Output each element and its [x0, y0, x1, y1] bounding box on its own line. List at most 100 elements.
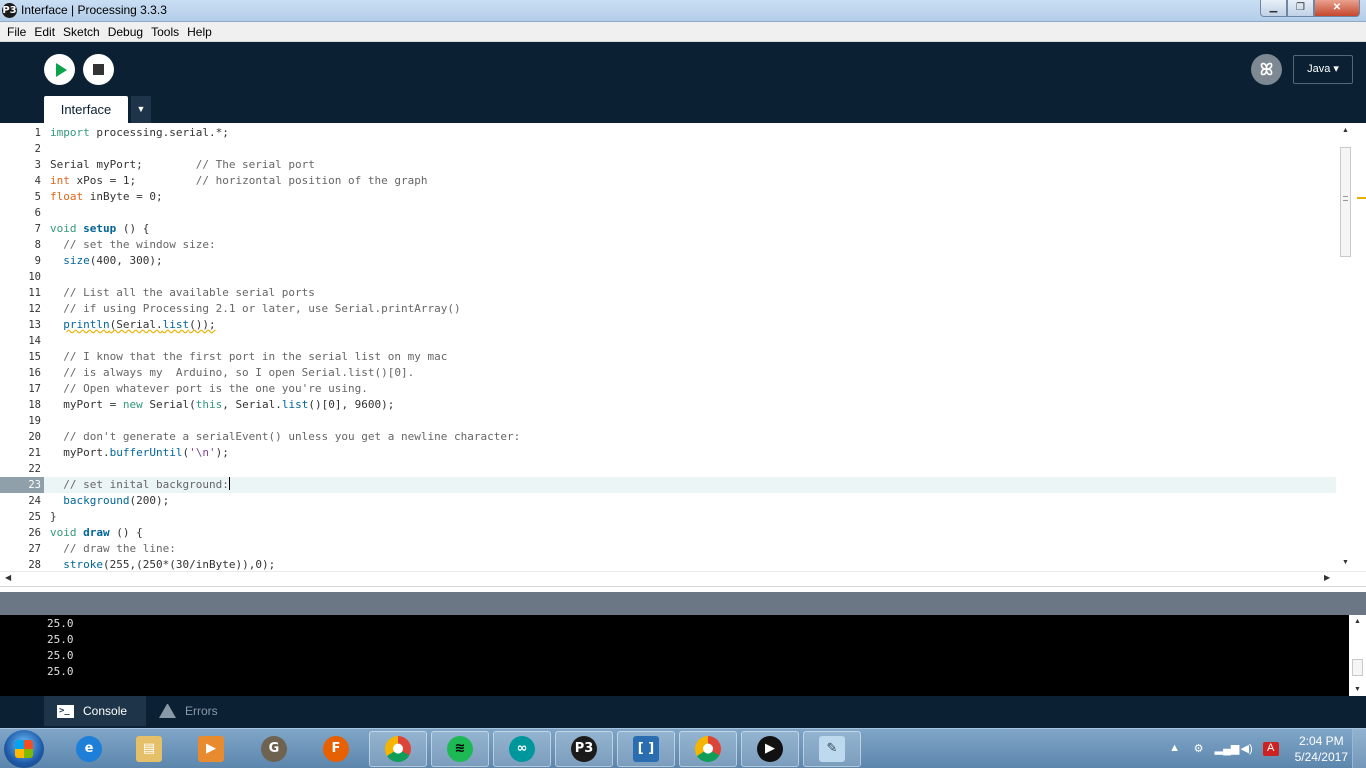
code-line[interactable]: 19 — [0, 413, 1336, 429]
scroll-up-icon[interactable]: ▲ — [1349, 618, 1366, 625]
scroll-left-icon[interactable]: ◀ — [5, 573, 11, 582]
taskbar-gimp[interactable]: G — [245, 731, 303, 767]
code-line[interactable]: 22 — [0, 461, 1336, 477]
scroll-thumb[interactable] — [1352, 659, 1363, 676]
volume-icon[interactable]: ◀) — [1239, 742, 1255, 756]
run-button[interactable] — [44, 54, 75, 85]
code-line[interactable]: 12 // if using Processing 2.1 or later, … — [0, 301, 1336, 317]
taskbar-explorer[interactable]: ▤ — [120, 731, 178, 767]
taskbar-chrome-2[interactable]: ● — [679, 731, 737, 767]
network-signal-icon[interactable]: ▂▄▆ — [1215, 742, 1240, 756]
scroll-thumb[interactable] — [1340, 147, 1351, 257]
taskbar-media-player[interactable]: ▶ — [182, 731, 240, 767]
show-hidden-icons-icon[interactable]: ▲ — [1167, 742, 1183, 756]
grip-icon — [1343, 196, 1348, 201]
code-line[interactable]: 8 // set the window size: — [0, 237, 1336, 253]
code-line[interactable]: 17 // Open whatever port is the one you'… — [0, 381, 1336, 397]
scroll-down-icon[interactable]: ▼ — [1337, 559, 1354, 569]
tab-interface[interactable]: Interface — [44, 96, 128, 123]
line-number: 7 — [34, 223, 41, 235]
code-line[interactable]: 1 import processing.serial.*; — [0, 125, 1336, 141]
code-line[interactable]: 25} — [0, 509, 1336, 525]
code-line[interactable]: 15 // I know that the first port in the … — [0, 349, 1336, 365]
taskbar-brackets[interactable]: [ ] — [617, 731, 675, 767]
menu-help[interactable]: Help — [183, 25, 216, 39]
code-line[interactable]: 10 — [0, 269, 1336, 285]
code-line[interactable]: 16 // is always my Arduino, so I open Se… — [0, 365, 1336, 381]
tab-errors[interactable]: Errors — [146, 696, 230, 726]
code-line[interactable]: 18 myPort = new Serial(this, Serial.list… — [0, 397, 1336, 413]
code-line[interactable]: 9 size(400, 300); — [0, 253, 1336, 269]
clock-date: 5/24/2017 — [1294, 750, 1348, 764]
code-line[interactable]: 26 void draw () { — [0, 525, 1336, 541]
menu-debug[interactable]: Debug — [104, 25, 147, 39]
scroll-up-icon[interactable]: ▲ — [1337, 127, 1354, 139]
console-divider[interactable] — [0, 592, 1366, 615]
code-line[interactable]: 11 // List all the available serial port… — [0, 285, 1336, 301]
code-text: myPort.bufferUntil('\n'); — [50, 446, 229, 459]
console-line: 25.0 — [47, 633, 74, 646]
butterfly-icon: ꕤ — [1259, 60, 1274, 79]
close-button[interactable]: ✕ — [1314, 0, 1360, 17]
taskbar-arduino[interactable]: ∞ — [493, 731, 551, 767]
code-line[interactable]: 7 void setup () { — [0, 221, 1336, 237]
line-number: 17 — [28, 383, 41, 395]
code-line[interactable]: 4 int xPos = 1; // horizontal position of… — [0, 173, 1336, 189]
scroll-right-icon[interactable]: ▶ — [1324, 573, 1330, 582]
usb-device-icon[interactable]: ⚙ — [1191, 742, 1207, 756]
code-line[interactable]: 6 — [0, 205, 1336, 221]
editor-vertical-scrollbar[interactable]: ▲ ▼ — [1337, 127, 1354, 571]
show-desktop-button[interactable] — [1352, 729, 1366, 768]
taskbar-firefox[interactable]: F — [307, 731, 365, 767]
taskbar-ie[interactable]: e — [60, 731, 118, 767]
taskbar-clock[interactable]: 2:04 PM 5/24/2017 — [1295, 733, 1348, 765]
code-line[interactable]: 23 // set inital background: — [0, 477, 1336, 493]
code-text: } — [50, 510, 57, 523]
start-button[interactable] — [4, 730, 44, 768]
taskbar-chrome[interactable]: ● — [369, 731, 427, 767]
menu-tools[interactable]: Tools — [147, 25, 183, 39]
code-line[interactable]: 14 — [0, 333, 1336, 349]
scroll-down-icon[interactable]: ▼ — [1349, 686, 1366, 693]
warning-marker[interactable] — [1357, 197, 1366, 199]
minimize-button[interactable]: ▁ — [1260, 0, 1287, 17]
editor-horizontal-scrollbar[interactable]: ◀ ▶ — [0, 571, 1366, 586]
code-line[interactable]: 3 Serial myPort; // The serial port — [0, 157, 1336, 173]
line-number: 6 — [34, 207, 41, 219]
menu-sketch[interactable]: Sketch — [59, 25, 104, 39]
chrome-icon: ● — [385, 736, 411, 762]
code-text: // if using Processing 2.1 or later, use… — [63, 302, 461, 315]
taskbar-notepad[interactable]: ✎ — [803, 731, 861, 767]
notepad-icon: ✎ — [819, 736, 845, 762]
code-line[interactable]: 27 // draw the line: — [0, 541, 1336, 557]
window-title: Interface | Processing 3.3.3 — [21, 3, 167, 17]
code-line[interactable]: 2 — [0, 141, 1336, 157]
tab-menu-button[interactable]: ▼ — [131, 96, 151, 123]
taskbar-processing[interactable]: P3 — [555, 731, 613, 767]
menu-edit[interactable]: Edit — [30, 25, 59, 39]
code-line[interactable]: 28 stroke(255,(250*(30/inByte)),0); — [0, 557, 1336, 571]
code-text: stroke(255,(250*(30/inByte)),0); — [63, 558, 276, 571]
taskbar-spotify[interactable]: ≋ — [431, 731, 489, 767]
code-line[interactable]: 5 float inByte = 0; — [0, 189, 1336, 205]
code-line[interactable]: 21 myPort.bufferUntil('\n'); — [0, 445, 1336, 461]
menu-file[interactable]: File — [3, 25, 30, 39]
code-line[interactable]: 24 background(200); — [0, 493, 1336, 509]
taskbar-player[interactable]: ▶ — [741, 731, 799, 767]
maximize-button[interactable]: ❐ — [1287, 0, 1314, 17]
code-line[interactable]: 13 println(Serial.list()); — [0, 317, 1336, 333]
stop-button[interactable] — [83, 54, 114, 85]
console-icon: >_ — [57, 704, 74, 718]
mode-selector[interactable]: Java ▾ — [1293, 55, 1353, 84]
code-editor[interactable]: 1 import processing.serial.*; 2 3 Serial myP… — [0, 123, 1366, 571]
code-text: // List all the available serial ports — [63, 286, 315, 299]
arduino-icon: ∞ — [509, 736, 535, 762]
acrobat-icon[interactable]: A — [1262, 742, 1279, 756]
tab-console[interactable]: >_ Console — [44, 696, 146, 726]
console-line: 25.0 — [47, 617, 74, 630]
debugger-button[interactable]: ꕤ — [1251, 54, 1282, 85]
code-line[interactable]: 20 // don't generate a serialEvent() unl… — [0, 429, 1336, 445]
console-scrollbar[interactable]: ▲ ▼ — [1349, 615, 1366, 696]
stop-icon — [93, 64, 104, 75]
spotify-icon: ≋ — [447, 736, 473, 762]
